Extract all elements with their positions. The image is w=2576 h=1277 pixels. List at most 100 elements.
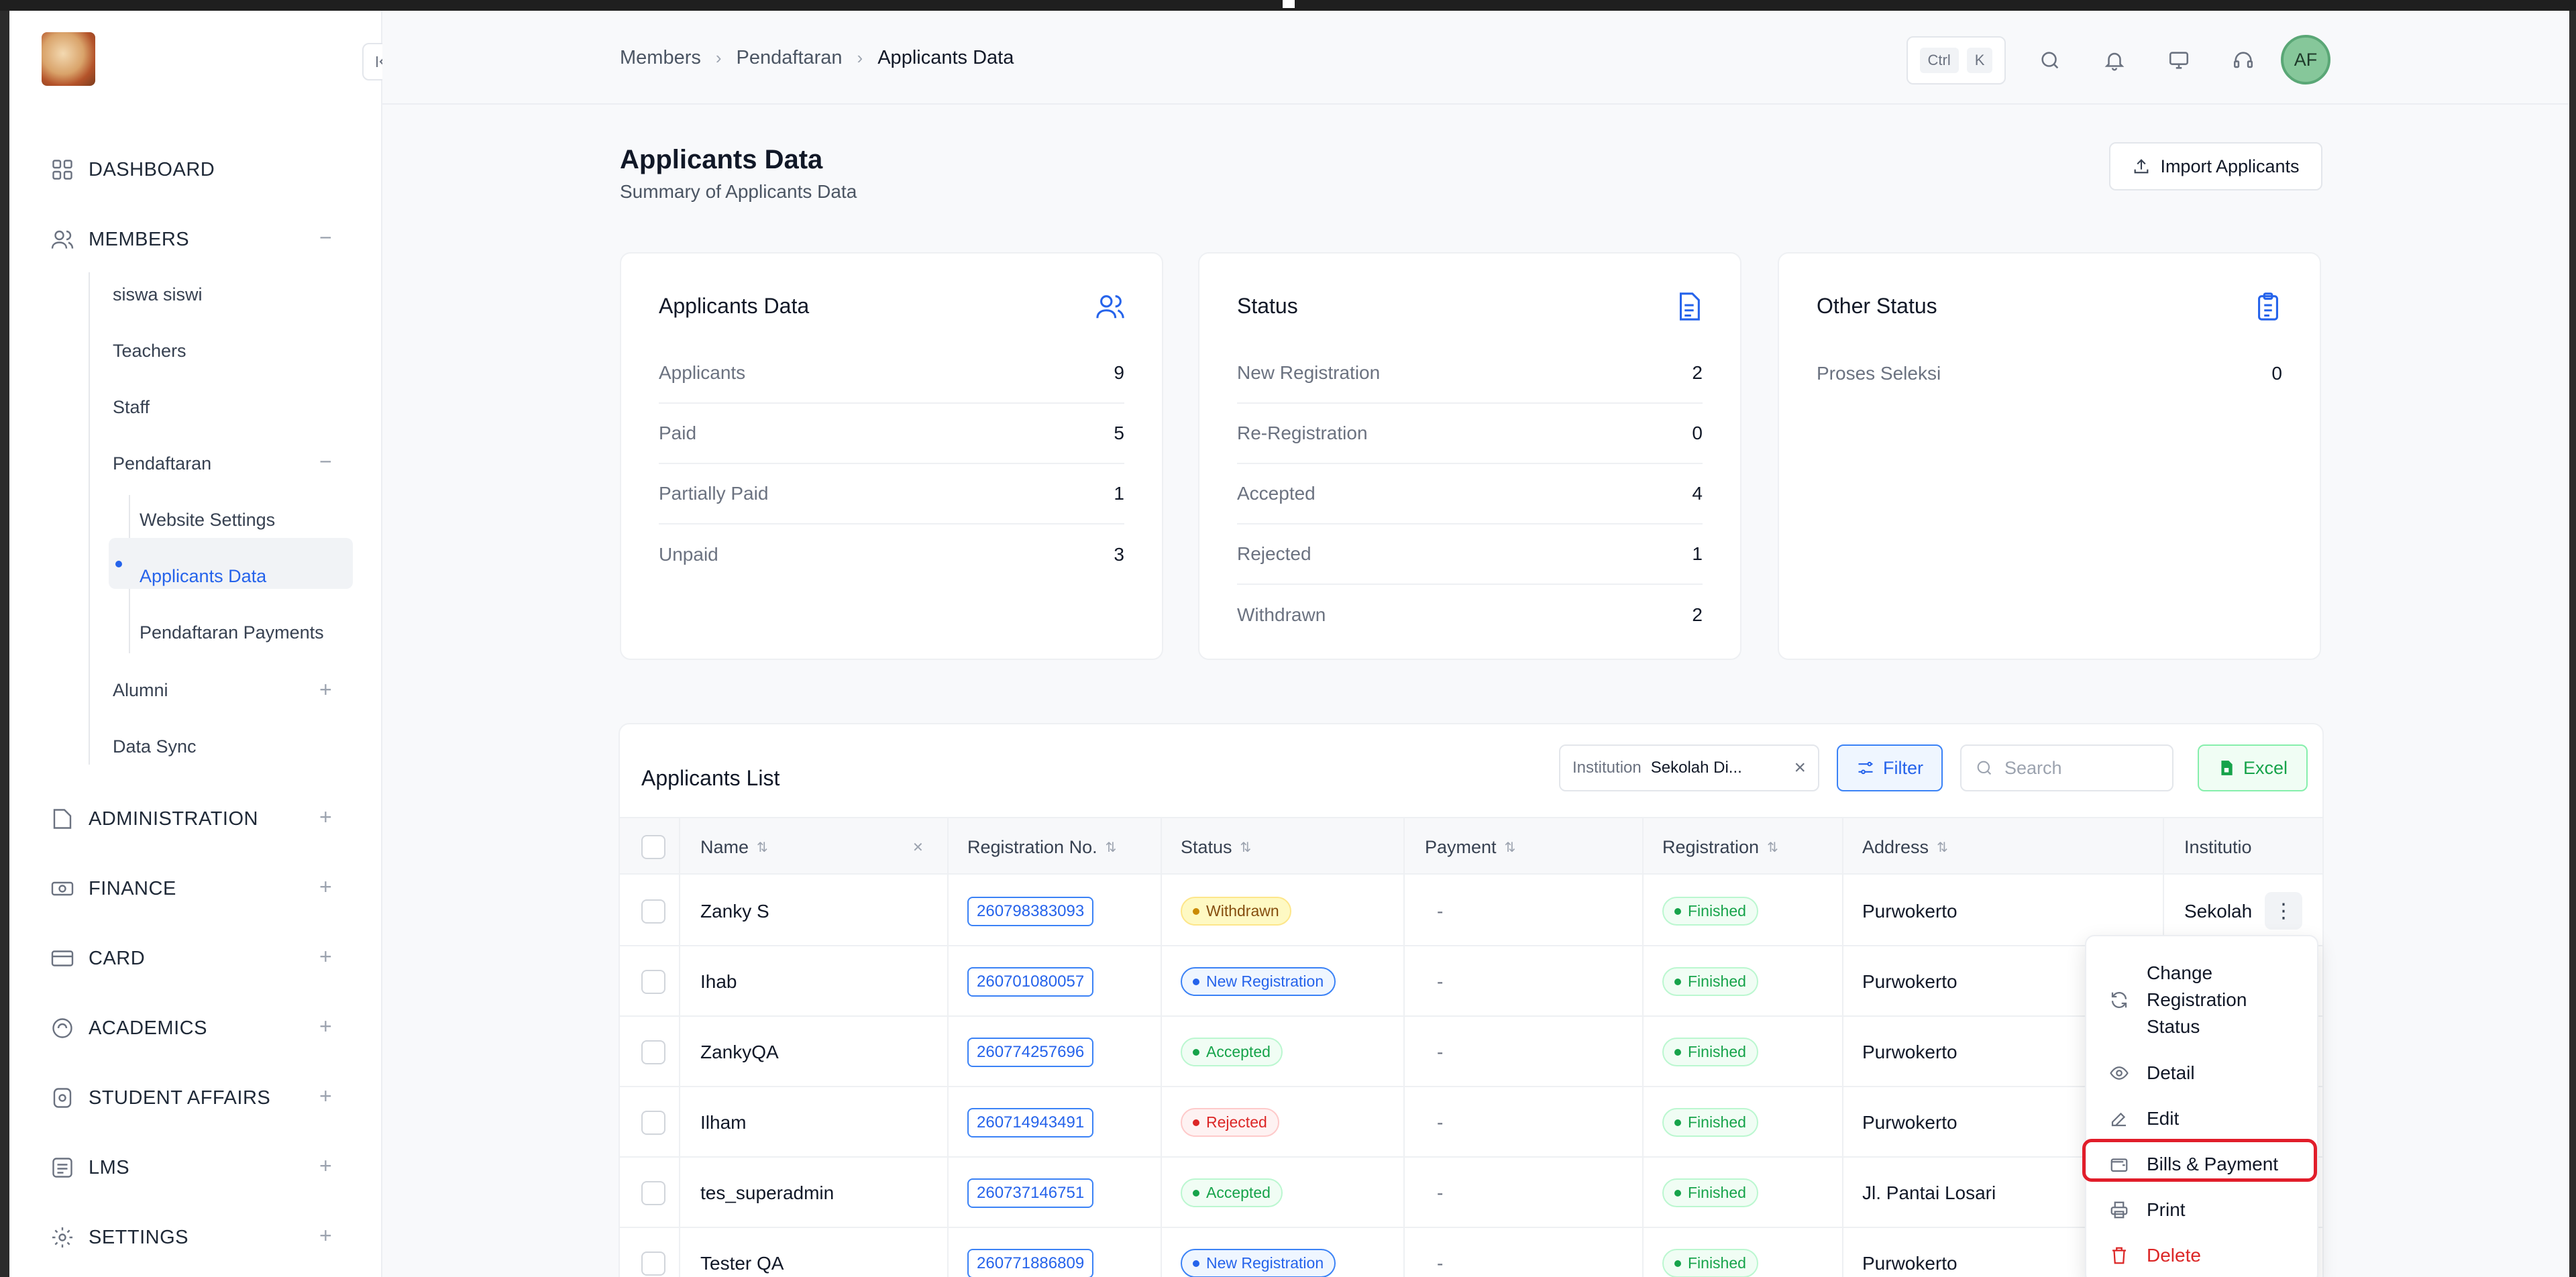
sidebar-item-alumni[interactable]: Alumni bbox=[113, 680, 168, 701]
sidebar-item-members[interactable]: MEMBERS bbox=[50, 227, 189, 252]
pendaftaran-collapse-toggle[interactable]: − bbox=[319, 449, 332, 474]
sidebar-item-card[interactable]: CARD bbox=[50, 946, 145, 971]
filter-button[interactable]: Filter bbox=[1837, 744, 1943, 791]
registration-number[interactable]: 260701080057 bbox=[967, 966, 1094, 997]
card-expand-toggle[interactable]: + bbox=[319, 944, 332, 969]
sidebar-item-dashboard[interactable]: DASHBOARD bbox=[50, 157, 215, 182]
sidebar-item-data-sync[interactable]: Data Sync bbox=[113, 736, 197, 757]
row-checkbox[interactable] bbox=[641, 1110, 665, 1135]
sidebar-item-pendaftaran[interactable]: Pendaftaran bbox=[113, 453, 211, 474]
settings-expand-toggle[interactable]: + bbox=[319, 1223, 332, 1248]
academics-expand-toggle[interactable]: + bbox=[319, 1014, 332, 1039]
window-resize-handle[interactable] bbox=[1283, 0, 1295, 8]
command-palette-shortcut[interactable]: Ctrl K bbox=[1907, 36, 2006, 85]
applicants-data-card: Applicants Data Applicants 9 Paid 5 Partia… bbox=[620, 252, 1163, 660]
row-checkbox[interactable] bbox=[641, 899, 665, 924]
cell-address: Jl. Pantai Losari bbox=[1862, 1182, 1996, 1203]
page-title: Applicants Data bbox=[620, 145, 823, 174]
menu-item-edit[interactable]: Edit bbox=[2086, 1100, 2320, 1137]
col-name[interactable]: Name ⇅ bbox=[700, 818, 768, 876]
menu-item-change-registration-status[interactable]: Change Registration Status bbox=[2086, 956, 2320, 1044]
student-affairs-expand-toggle[interactable]: + bbox=[319, 1084, 332, 1109]
sidebar-item-label: SETTINGS bbox=[89, 1226, 189, 1248]
status-badge: Accepted bbox=[1181, 1178, 1283, 1207]
sidebar-item-teachers[interactable]: Teachers bbox=[113, 341, 186, 362]
sidebar-item-student-affairs[interactable]: STUDENT AFFAIRS bbox=[50, 1085, 270, 1111]
sort-icon[interactable]: ⇅ bbox=[1767, 839, 1778, 856]
sidebar-item-staff[interactable]: Staff bbox=[113, 397, 150, 418]
sidebar-item-lms[interactable]: LMS bbox=[50, 1155, 129, 1180]
sidebar-item-applicants-data[interactable]: Applicants Data bbox=[140, 566, 266, 587]
cell-name: Tester QA bbox=[700, 1252, 784, 1274]
col-address[interactable]: Address ⇅ bbox=[1862, 818, 1948, 876]
col-registration[interactable]: Registration ⇅ bbox=[1662, 818, 1778, 876]
row-checkbox[interactable] bbox=[641, 1180, 665, 1205]
table-row[interactable]: Zanky S 260798383093 Withdrawn - Finishe… bbox=[620, 876, 2322, 946]
col-label: Name bbox=[700, 836, 749, 857]
table-row[interactable]: ZankyQA 260774257696 Accepted - Finished… bbox=[620, 1017, 2322, 1087]
sidebar-item-label: FINANCE bbox=[89, 877, 176, 899]
sidebar-item-administration[interactable]: ADMINISTRATION bbox=[50, 806, 258, 832]
breadcrumb-members[interactable]: Members bbox=[620, 47, 701, 69]
col-status[interactable]: Status ⇅ bbox=[1181, 818, 1251, 876]
row-checkbox[interactable] bbox=[641, 1251, 665, 1276]
sidebar-item-settings[interactable]: SETTINGS bbox=[50, 1225, 189, 1250]
stat-value: 4 bbox=[1692, 483, 1703, 504]
monitor-icon[interactable] bbox=[2163, 44, 2195, 76]
sort-icon[interactable]: ⇅ bbox=[1106, 839, 1117, 856]
table-row[interactable]: Ilham 260714943491 Rejected - Finished P… bbox=[620, 1087, 2322, 1158]
sort-icon[interactable]: ⇅ bbox=[1937, 839, 1948, 856]
table-row[interactable]: Tester QA 260771886809 New Registration … bbox=[620, 1228, 2322, 1277]
menu-item-delete[interactable]: Delete bbox=[2086, 1237, 2320, 1274]
breadcrumb-pendaftaran[interactable]: Pendaftaran bbox=[737, 47, 843, 69]
institution-filter-chip[interactable]: Institution Sekolah Di... × bbox=[1559, 744, 1819, 791]
lms-expand-toggle[interactable]: + bbox=[319, 1154, 332, 1178]
bell-icon[interactable] bbox=[2098, 44, 2131, 76]
cell-name: ZankyQA bbox=[700, 1041, 779, 1062]
excel-export-button[interactable]: Excel bbox=[2198, 744, 2308, 791]
menu-item-print[interactable]: Print bbox=[2086, 1191, 2320, 1229]
administration-expand-toggle[interactable]: + bbox=[319, 805, 332, 830]
sidebar-item-academics[interactable]: ACADEMICS bbox=[50, 1015, 207, 1041]
active-dot bbox=[115, 561, 122, 567]
row-actions-menu-icon[interactable]: ⋮ bbox=[2265, 892, 2302, 930]
avatar[interactable]: AF bbox=[2281, 35, 2330, 85]
registration-number[interactable]: 260774257696 bbox=[967, 1037, 1094, 1067]
sidebar-item-website-settings[interactable]: Website Settings bbox=[140, 510, 275, 531]
row-checkbox[interactable] bbox=[641, 969, 665, 994]
sort-icon[interactable]: ⇅ bbox=[1240, 839, 1252, 856]
registration-number[interactable]: 260798383093 bbox=[967, 896, 1094, 926]
members-collapse-toggle[interactable]: − bbox=[319, 225, 332, 250]
school-logo[interactable] bbox=[42, 32, 95, 86]
sidebar-item-pendaftaran-payments[interactable]: Pendaftaran Payments bbox=[140, 622, 324, 643]
row-checkbox[interactable] bbox=[641, 1040, 665, 1064]
col-institution[interactable]: Institutio bbox=[2184, 818, 2252, 876]
sidebar-item-finance[interactable]: FINANCE bbox=[50, 876, 176, 901]
sidebar-item-siswa-siswi[interactable]: siswa siswi bbox=[113, 284, 203, 305]
close-icon[interactable]: × bbox=[1794, 757, 1806, 779]
sort-icon[interactable]: ⇅ bbox=[757, 839, 768, 856]
col-registration-no[interactable]: Registration No. ⇅ bbox=[967, 818, 1116, 876]
headset-icon[interactable] bbox=[2227, 44, 2259, 76]
registration-badge: Finished bbox=[1662, 1249, 1758, 1277]
search-icon[interactable] bbox=[2034, 44, 2066, 76]
col-payment[interactable]: Payment ⇅ bbox=[1425, 818, 1515, 876]
registration-number[interactable]: 260771886809 bbox=[967, 1248, 1094, 1277]
pin-off-icon[interactable]: ✕ bbox=[912, 818, 924, 876]
select-all-checkbox[interactable] bbox=[641, 835, 665, 859]
registration-text: Finished bbox=[1688, 1043, 1746, 1060]
chevron-right-icon: › bbox=[715, 48, 722, 68]
alumni-expand-toggle[interactable]: + bbox=[319, 677, 332, 702]
menu-item-detail[interactable]: Detail bbox=[2086, 1054, 2320, 1092]
cell-payment: - bbox=[1437, 1111, 1444, 1133]
table-row[interactable]: tes_superadmin 260737146751 Accepted - F… bbox=[620, 1158, 2322, 1228]
import-applicants-button[interactable]: Import Applicants bbox=[2109, 142, 2322, 190]
stat-row: Withdrawn 2 bbox=[1237, 585, 1703, 645]
registration-number[interactable]: 260714943491 bbox=[967, 1107, 1094, 1137]
search-input[interactable]: Search bbox=[1960, 744, 2174, 791]
finance-expand-toggle[interactable]: + bbox=[319, 875, 332, 899]
sort-icon[interactable]: ⇅ bbox=[1505, 839, 1516, 856]
table-row[interactable]: Ihab 260701080057 New Registration - Fin… bbox=[620, 946, 2322, 1017]
stat-value: 1 bbox=[1692, 543, 1703, 564]
registration-number[interactable]: 260737146751 bbox=[967, 1178, 1094, 1208]
